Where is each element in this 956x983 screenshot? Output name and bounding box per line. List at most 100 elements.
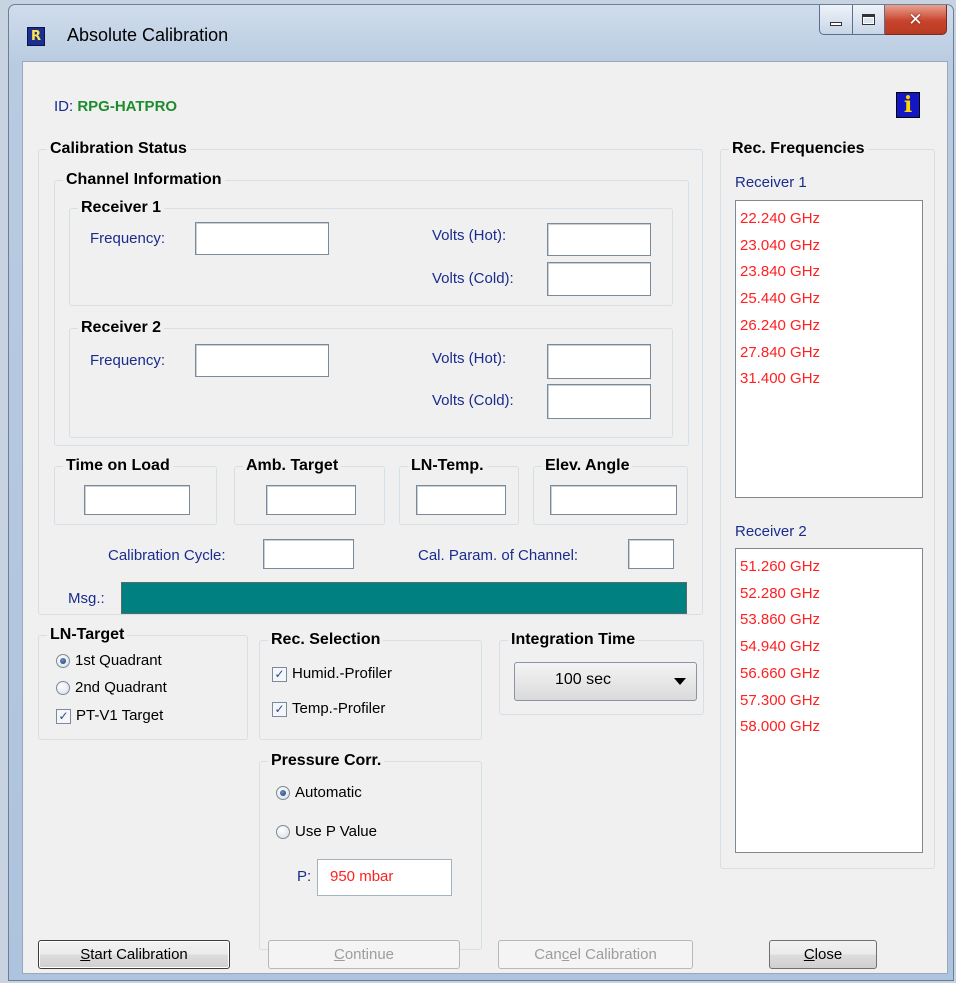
r2-frequency-label: Frequency: bbox=[90, 352, 166, 369]
radio-1st-quadrant[interactable]: 1st Quadrant bbox=[56, 652, 162, 670]
checkbox-pt-v1-target[interactable]: ✓ PT-V1 Target bbox=[56, 707, 163, 725]
radio-unselected-icon[interactable] bbox=[276, 825, 290, 839]
humid-profiler-label: Humid.-Profiler bbox=[292, 665, 393, 682]
radio-use-p-value[interactable]: Use P Value bbox=[276, 823, 377, 841]
minimize-icon bbox=[830, 21, 842, 26]
radio-automatic[interactable]: Automatic bbox=[276, 784, 362, 802]
message-bar bbox=[121, 582, 687, 614]
automatic-label: Automatic bbox=[295, 784, 362, 801]
close-label: lose bbox=[814, 946, 843, 963]
r1-volts-cold-field[interactable] bbox=[547, 262, 651, 296]
cancel-label-b: el Calibration bbox=[569, 946, 657, 963]
r2-volts-hot-field[interactable] bbox=[547, 344, 651, 379]
checkbox-checked-icon[interactable]: ✓ bbox=[272, 666, 287, 682]
time-on-load-field[interactable] bbox=[84, 485, 190, 515]
list-item[interactable]: 31.400 GHz bbox=[740, 366, 922, 393]
r1-frequency-label: Frequency: bbox=[90, 230, 166, 247]
receiver2-group: Receiver 2 Frequency: Volts (Hot): Volts… bbox=[69, 319, 673, 438]
info-icon[interactable]: i bbox=[896, 92, 920, 118]
list-item[interactable]: 23.840 GHz bbox=[740, 259, 922, 286]
list-item[interactable]: 23.040 GHz bbox=[740, 233, 922, 260]
r2-volts-cold-field[interactable] bbox=[547, 384, 651, 419]
elev-angle-field[interactable] bbox=[550, 485, 677, 515]
p-label: P: bbox=[297, 868, 312, 885]
cal-param-field[interactable] bbox=[628, 539, 674, 569]
pressure-corr-group: Pressure Corr. Automatic Use P Value P: … bbox=[259, 752, 482, 950]
calibration-cycle-field[interactable] bbox=[263, 539, 354, 569]
list-item[interactable]: 51.260 GHz bbox=[740, 554, 922, 581]
use-p-value-label: Use P Value bbox=[295, 823, 377, 840]
r2-frequency-field[interactable] bbox=[195, 344, 329, 377]
integration-time-dropdown[interactable]: 100 sec bbox=[514, 662, 697, 701]
list-item[interactable]: 53.860 GHz bbox=[740, 607, 922, 634]
radio-selected-icon[interactable] bbox=[56, 654, 70, 668]
r1-volts-cold-label: Volts (Cold): bbox=[432, 270, 514, 287]
id-label: ID: bbox=[54, 98, 74, 115]
receiver1-frequency-list[interactable]: 22.240 GHz 23.040 GHz 23.840 GHz 25.440 … bbox=[735, 200, 923, 498]
checkbox-checked-icon[interactable]: ✓ bbox=[272, 701, 287, 717]
list-item[interactable]: 27.840 GHz bbox=[740, 340, 922, 367]
elev-angle-group: Elev. Angle bbox=[533, 457, 688, 525]
radio-2nd-quadrant[interactable]: 2nd Quadrant bbox=[56, 679, 167, 697]
calibration-status-title: Calibration Status bbox=[47, 140, 190, 158]
window-title: Absolute Calibration bbox=[67, 25, 229, 45]
cancel-calibration-button[interactable]: Cancel Calibration bbox=[498, 940, 693, 969]
list-item[interactable]: 25.440 GHz bbox=[740, 286, 922, 313]
maximize-icon bbox=[862, 14, 875, 25]
r1-volts-hot-label: Volts (Hot): bbox=[432, 227, 507, 244]
freq-receiver2-label: Receiver 2 bbox=[735, 523, 807, 540]
amb-target-field[interactable] bbox=[266, 485, 356, 515]
close-button[interactable]: Close bbox=[769, 940, 877, 969]
list-item[interactable]: 54.940 GHz bbox=[740, 634, 922, 661]
rec-frequencies-group: Rec. Frequencies Receiver 1 22.240 GHz 2… bbox=[720, 140, 935, 869]
start-accel: S bbox=[80, 946, 91, 963]
dialog-client-area: ID: RPG-HATPRO i Calibration Status Chan… bbox=[22, 61, 948, 974]
pt-v1-target-label: PT-V1 Target bbox=[76, 707, 164, 724]
list-item[interactable]: 26.240 GHz bbox=[740, 313, 922, 340]
ln-target-group: LN-Target 1st Quadrant 2nd Quadrant ✓ PT… bbox=[38, 626, 248, 740]
list-item[interactable]: 58.000 GHz bbox=[740, 714, 922, 741]
rec-selection-group: Rec. Selection ✓ Humid.-Profiler ✓ Temp.… bbox=[259, 631, 482, 740]
minimize-button[interactable] bbox=[819, 5, 853, 35]
rec-frequencies-title: Rec. Frequencies bbox=[729, 140, 868, 158]
start-calibration-button[interactable]: Start Calibration bbox=[38, 940, 230, 969]
continue-label: ontinue bbox=[344, 946, 395, 963]
title-bar[interactable]: R Absolute Calibration ✕ bbox=[9, 5, 953, 63]
cal-param-label: Cal. Param. of Channel: bbox=[418, 547, 579, 564]
r1-volts-hot-field[interactable] bbox=[547, 223, 651, 256]
list-item[interactable]: 22.240 GHz bbox=[740, 206, 922, 233]
receiver1-group: Receiver 1 Frequency: Volts (Hot): Volts… bbox=[69, 199, 673, 306]
list-item[interactable]: 57.300 GHz bbox=[740, 688, 922, 715]
close-window-button[interactable]: ✕ bbox=[885, 5, 947, 35]
list-item[interactable]: 52.280 GHz bbox=[740, 581, 922, 608]
checkbox-checked-icon[interactable]: ✓ bbox=[56, 708, 71, 724]
chevron-down-icon bbox=[674, 678, 686, 685]
checkbox-humid-profiler[interactable]: ✓ Humid.-Profiler bbox=[272, 665, 392, 683]
radio-2nd-quadrant-label: 2nd Quadrant bbox=[75, 679, 167, 696]
id-row: ID: RPG-HATPRO bbox=[54, 98, 177, 115]
id-value: RPG-HATPRO bbox=[77, 98, 178, 115]
amb-target-title: Amb. Target bbox=[243, 457, 342, 475]
radio-unselected-icon[interactable] bbox=[56, 681, 70, 695]
radio-selected-icon[interactable] bbox=[276, 786, 290, 800]
receiver1-title: Receiver 1 bbox=[78, 199, 165, 217]
receiver2-frequency-list[interactable]: 51.260 GHz 52.280 GHz 53.860 GHz 54.940 … bbox=[735, 548, 923, 853]
maximize-button[interactable] bbox=[853, 5, 885, 35]
continue-accel: C bbox=[333, 946, 345, 963]
ln-temp-field[interactable] bbox=[416, 485, 506, 515]
close-accel: C bbox=[803, 946, 815, 963]
p-value-field[interactable]: 950 mbar bbox=[317, 859, 452, 896]
msg-label: Msg.: bbox=[68, 590, 105, 607]
freq-receiver1-label: Receiver 1 bbox=[735, 174, 807, 191]
start-label: tart Calibration bbox=[90, 946, 188, 963]
continue-button[interactable]: Continue bbox=[268, 940, 460, 969]
list-item[interactable]: 56.660 GHz bbox=[740, 661, 922, 688]
elev-angle-title: Elev. Angle bbox=[542, 457, 633, 475]
r1-frequency-field[interactable] bbox=[195, 222, 329, 255]
window-controls: ✕ bbox=[819, 5, 947, 35]
checkbox-temp-profiler[interactable]: ✓ Temp.-Profiler bbox=[272, 700, 385, 718]
integration-time-group: Integration Time 100 sec bbox=[499, 631, 704, 715]
ln-temp-group: LN-Temp. bbox=[399, 457, 519, 525]
ln-target-title: LN-Target bbox=[47, 626, 128, 644]
calibration-status-group: Calibration Status Channel Information R… bbox=[38, 140, 703, 615]
